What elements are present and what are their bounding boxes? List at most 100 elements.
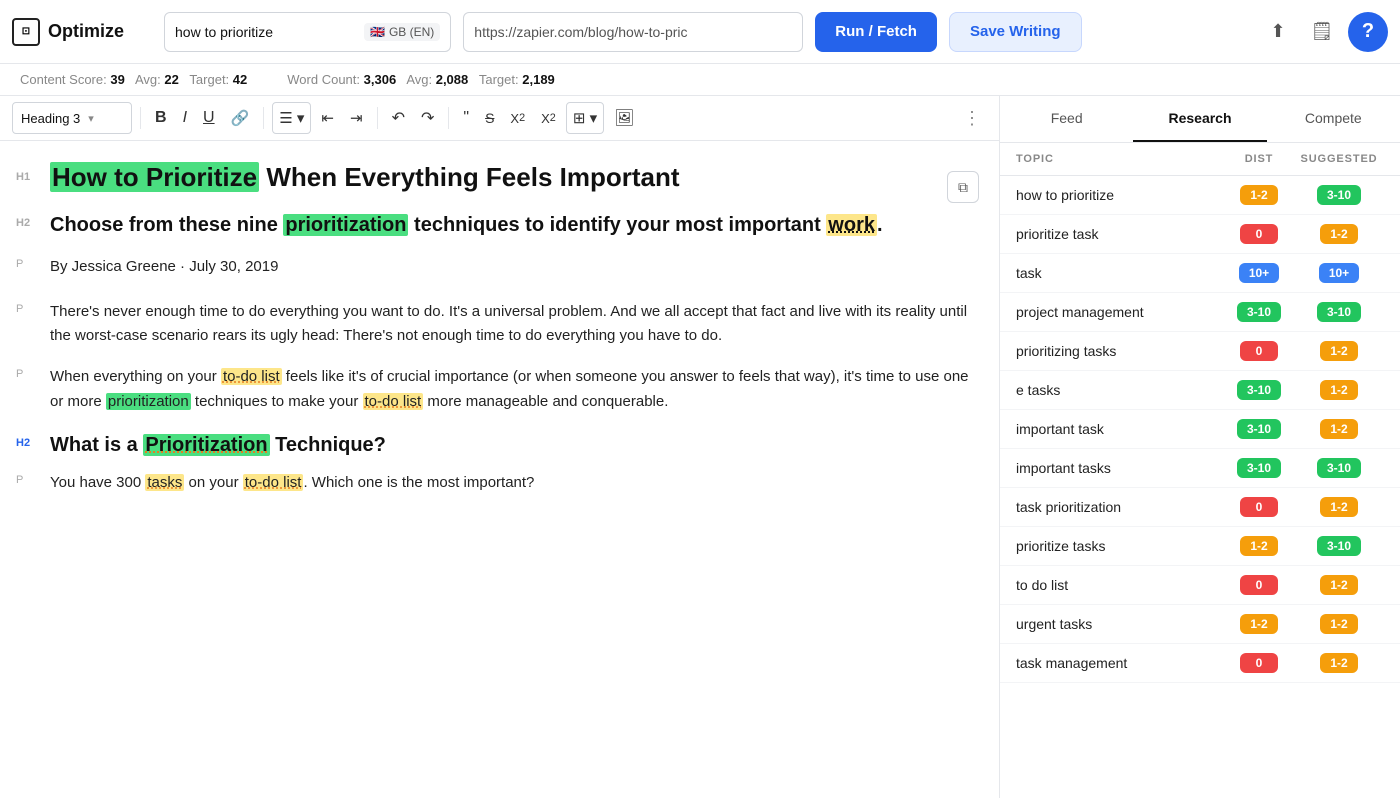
topic-name: prioritizing tasks xyxy=(1016,343,1224,359)
topic-name: e tasks xyxy=(1016,382,1224,398)
superscript-button[interactable]: X2 xyxy=(535,103,562,133)
table-row[interactable]: prioritize task 0 1-2 xyxy=(1000,215,1400,254)
underline-button[interactable]: U xyxy=(197,103,221,133)
suggested-badge: 1-2 xyxy=(1320,653,1358,673)
run-fetch-button[interactable]: Run / Fetch xyxy=(815,12,937,52)
redo-button[interactable]: ↷ xyxy=(415,103,440,133)
dist-badge: 3-10 xyxy=(1237,302,1281,322)
formatting-toolbar: Heading 3 ▾ B I U 🔗 ☰ ▾ ⇤ ⇥ ↶ ↷ " S X2 X… xyxy=(0,96,999,141)
dist-badge: 3-10 xyxy=(1237,380,1281,400)
table-row[interactable]: prioritize tasks1-23-10 xyxy=(1000,527,1400,566)
logo-area: ⊡ Optimize xyxy=(12,18,152,46)
p-block-2: P When everything on your to-do list fee… xyxy=(50,365,979,415)
th-topic: TOPIC xyxy=(1016,153,1224,165)
dist-badge: 3-10 xyxy=(1237,419,1281,439)
table-row[interactable]: how to prioritize1-23-10 xyxy=(1000,176,1400,215)
p-text-2c: techniques to make your xyxy=(191,393,363,410)
list-button[interactable]: ☰ ▾ xyxy=(273,103,310,133)
table-row[interactable]: urgent tasks1-21-2 xyxy=(1000,605,1400,644)
link-button[interactable]: 🔗 xyxy=(225,103,256,133)
table-button[interactable]: ⊞ ▾ xyxy=(567,103,603,133)
tasks-highlight: tasks xyxy=(145,474,184,491)
undo-button[interactable]: ↶ xyxy=(386,103,411,133)
tab-compete[interactable]: Compete xyxy=(1267,96,1400,142)
toolbar-separator-3 xyxy=(377,107,378,129)
header: ⊡ Optimize 🇬🇧 GB (EN) Run / Fetch Save W… xyxy=(0,0,1400,64)
indent-button[interactable]: ⇥ xyxy=(344,103,369,133)
content-avg-label: Avg: xyxy=(135,72,161,87)
image-button[interactable]: 🖼 xyxy=(608,103,640,133)
table-row[interactable]: task management01-2 xyxy=(1000,644,1400,683)
tab-feed[interactable]: Feed xyxy=(1000,96,1133,142)
table-row[interactable]: e tasks 3-10 1-2 xyxy=(1000,371,1400,410)
h2-text-2: What is a Prioritization Technique? xyxy=(50,434,386,456)
table-row[interactable]: important task3-101-2 xyxy=(1000,410,1400,449)
main-layout: Heading 3 ▾ B I U 🔗 ☰ ▾ ⇤ ⇥ ↶ ↷ " S X2 X… xyxy=(0,96,1400,798)
dist-badge: 0 xyxy=(1240,224,1278,244)
p-marker-3: P xyxy=(16,368,23,380)
content-score-stat: Content Score: 39 Avg: 22 Target: 42 xyxy=(20,72,247,87)
word-target-value: 2,189 xyxy=(522,72,555,87)
suggested-badge: 1-2 xyxy=(1320,497,1358,517)
suggested-badge: 1-2 xyxy=(1320,419,1358,439)
italic-button[interactable]: I xyxy=(177,103,193,133)
subscript-button[interactable]: X2 xyxy=(504,103,531,133)
outdent-button[interactable]: ⇤ xyxy=(315,103,340,133)
dist-badge: 0 xyxy=(1240,341,1278,361)
h1-marker: H1 xyxy=(16,171,30,183)
h1-text: How to Prioritize When Everything Feels … xyxy=(50,162,680,192)
app-title: Optimize xyxy=(48,21,124,42)
todo-highlight-2: to-do list xyxy=(363,393,424,410)
table-row[interactable]: project management3-103-10 xyxy=(1000,293,1400,332)
p-text-3: You have 300 tasks on your to-do list. W… xyxy=(50,474,534,491)
p-block-1: P There's never enough time to do everyt… xyxy=(50,300,979,350)
suggested-badge: 1-2 xyxy=(1320,341,1358,361)
more-options-button[interactable]: ⋮ xyxy=(957,103,987,133)
topic-rows-container: how to prioritize1-23-10prioritize task0… xyxy=(1000,176,1400,683)
copy-icon[interactable]: ⧉ xyxy=(947,171,979,203)
content-target-value: 42 xyxy=(233,72,247,87)
topic-name: prioritize task xyxy=(1016,226,1224,242)
keyword-input[interactable] xyxy=(175,24,356,40)
export-icon[interactable]: ⬆ xyxy=(1260,14,1296,50)
h2-block-1: H2 Choose from these nine prioritization… xyxy=(50,211,979,239)
p-text-2: When everything on your to-do list feels… xyxy=(50,368,969,410)
url-input[interactable] xyxy=(474,24,792,40)
table-row[interactable]: task10+10+ xyxy=(1000,254,1400,293)
h2-text-1: Choose from these nine prioritization te… xyxy=(50,214,883,236)
language-badge[interactable]: 🇬🇧 GB (EN) xyxy=(364,23,440,41)
document-icon[interactable]: 🗒 xyxy=(1304,14,1340,50)
table-row[interactable]: task prioritization01-2 xyxy=(1000,488,1400,527)
heading-select[interactable]: Heading 3 ▾ xyxy=(12,102,132,134)
suggested-badge: 1-2 xyxy=(1320,224,1358,244)
word-avg-label: Avg: xyxy=(406,72,432,87)
topic-table: TOPIC DIST SUGGESTED how to prioritize1-… xyxy=(1000,143,1400,798)
th-suggested: SUGGESTED xyxy=(1294,153,1384,165)
bold-button[interactable]: B xyxy=(149,103,173,133)
lang-code: GB (EN) xyxy=(389,25,434,39)
word-target-label: Target: xyxy=(479,72,519,87)
help-button[interactable]: ? xyxy=(1348,12,1388,52)
tab-research[interactable]: Research xyxy=(1133,96,1266,142)
suggested-badge: 1-2 xyxy=(1320,380,1358,400)
dist-badge: 1-2 xyxy=(1240,536,1278,556)
panel-tabs: Feed Research Compete xyxy=(1000,96,1400,143)
topic-name: to do list xyxy=(1016,577,1224,593)
th-dist: DIST xyxy=(1224,153,1294,165)
table-row[interactable]: to do list01-2 xyxy=(1000,566,1400,605)
suggested-badge: 3-10 xyxy=(1317,458,1361,478)
blockquote-button[interactable]: " xyxy=(457,103,475,133)
stats-bar: Content Score: 39 Avg: 22 Target: 42 Wor… xyxy=(0,64,1400,96)
strikethrough-button[interactable]: S xyxy=(479,103,500,133)
topic-name: urgent tasks xyxy=(1016,616,1224,632)
editor-content[interactable]: H1 How to Prioritize When Everything Fee… xyxy=(0,141,999,798)
table-row[interactable]: prioritizing tasks 0 1-2 xyxy=(1000,332,1400,371)
topic-name: how to prioritize xyxy=(1016,187,1224,203)
content-score-label: Content Score: xyxy=(20,72,107,87)
header-icons: ⬆ 🗒 ? xyxy=(1260,12,1388,52)
word-count-stat: Word Count: 3,306 Avg: 2,088 Target: 2,1… xyxy=(287,72,555,87)
table-row[interactable]: important tasks3-103-10 xyxy=(1000,449,1400,488)
todo-highlight-1: to-do list xyxy=(221,368,282,385)
save-writing-button[interactable]: Save Writing xyxy=(949,12,1082,52)
p-block-3: P You have 300 tasks on your to-do list.… xyxy=(50,471,979,496)
